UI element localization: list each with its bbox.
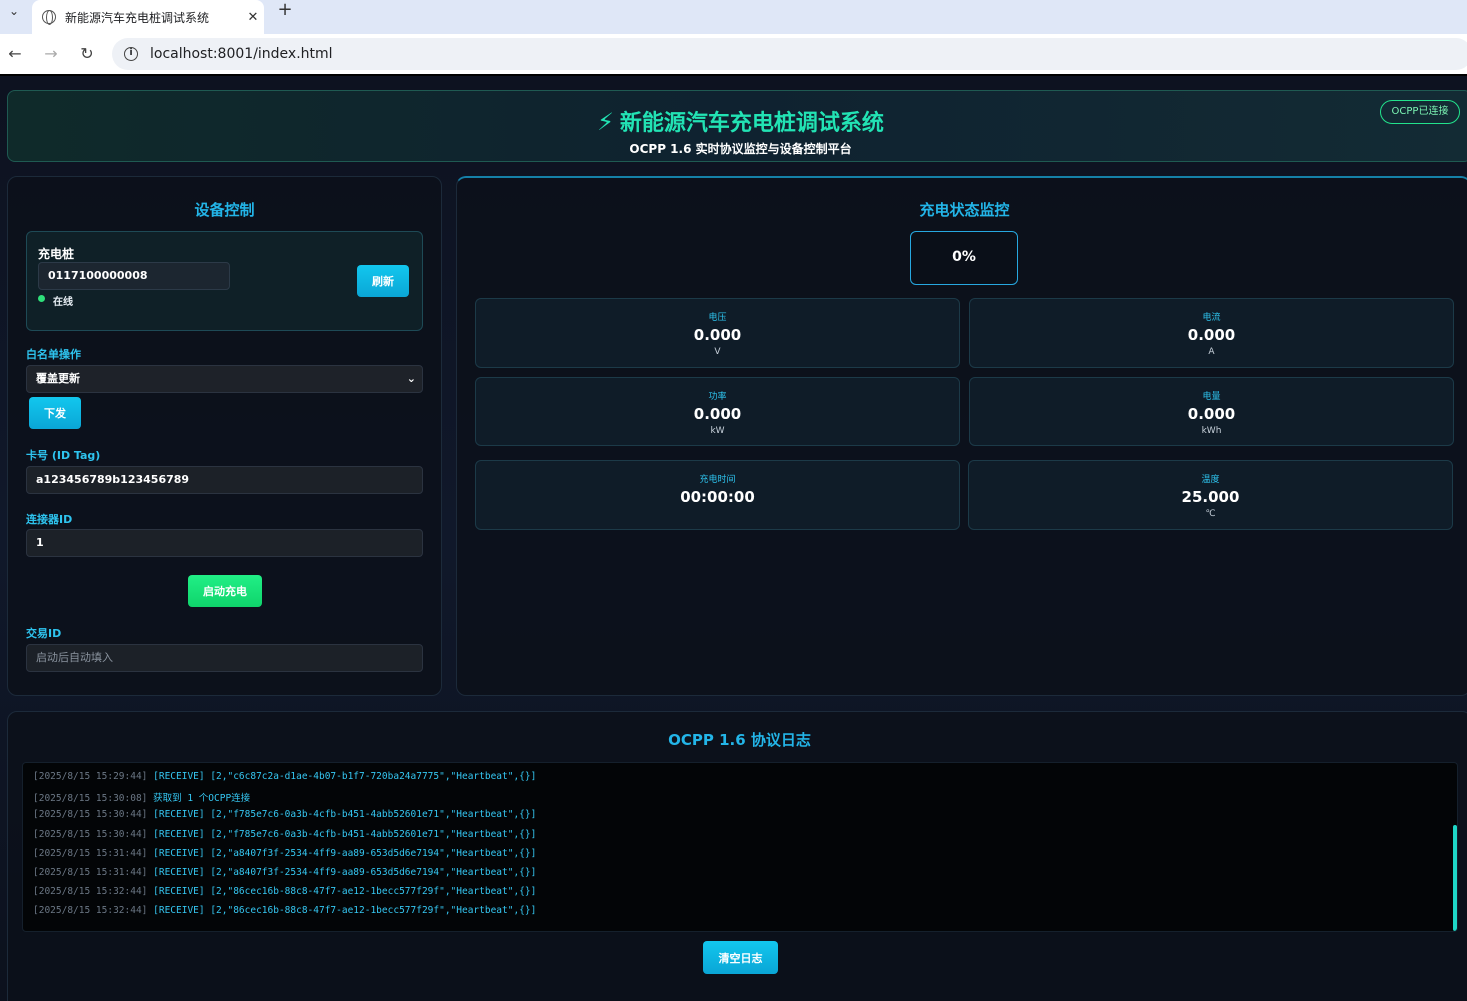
- refresh-button[interactable]: 刷新: [357, 265, 409, 297]
- log-message: [RECEIVE] [2,"c6c87c2a-d1ae-4b07-b1f7-72…: [153, 771, 537, 782]
- metric-label: 充电时间: [699, 475, 736, 485]
- whitelist-selected-value: 覆盖更新: [36, 372, 80, 385]
- log-output[interactable]: [2025/8/15 15:29:44] [RECEIVE] [2,"c6c87…: [22, 762, 1458, 932]
- lightning-icon: ⚡: [597, 108, 614, 136]
- log-time: [2025/8/15 15:31:44]: [33, 848, 148, 859]
- metric-label: 电压: [708, 313, 727, 323]
- id-tag-label: 卡号 (ID Tag): [26, 449, 101, 462]
- connection-status-badge: OCPP已连接: [1380, 100, 1460, 124]
- log-time: [2025/8/15 15:30:44]: [33, 829, 148, 840]
- metric-value: 0.000: [1187, 326, 1236, 344]
- pile-label: 充电桩: [38, 247, 75, 261]
- log-line: [2025/8/15 15:31:44] [RECEIVE] [2,"a8407…: [33, 848, 536, 859]
- log-time: [2025/8/15 15:30:08]: [33, 793, 148, 804]
- ocpp-log-panel: OCPP 1.6 协议日志 [2025/8/15 15:29:44] [RECE…: [7, 711, 1467, 1001]
- reload-icon[interactable]: ↻: [75, 42, 99, 66]
- log-time: [2025/8/15 15:30:44]: [33, 809, 148, 820]
- metric-value: 0.000: [693, 326, 742, 344]
- whitelist-select[interactable]: 覆盖更新 ⌄: [26, 365, 423, 393]
- back-icon[interactable]: ←: [3, 42, 27, 66]
- log-line: [2025/8/15 15:29:44] [RECEIVE] [2,"c6c87…: [33, 771, 536, 782]
- chevron-down-icon: ⌄: [406, 372, 416, 385]
- connector-id-label: 连接器ID: [26, 513, 73, 526]
- metric-value: 0.000: [693, 405, 742, 423]
- metric-value: 00:00:00: [680, 488, 755, 506]
- device-control-panel: 设备控制 充电桩 0117100000008 刷新 在线 白名单操作 覆盖更新 …: [7, 176, 442, 696]
- log-line: [2025/8/15 15:32:44] [RECEIVE] [2,"86cec…: [33, 905, 536, 916]
- metric-label: 温度: [1201, 475, 1220, 485]
- connector-id-input[interactable]: 1: [26, 529, 423, 557]
- id-tag-input[interactable]: a123456789b123456789: [26, 466, 423, 494]
- metric-unit: V: [714, 347, 721, 357]
- metric-unit: kWh: [1201, 426, 1222, 436]
- browser-tabbar: ⌄ 新能源汽车充电桩调试系统 ✕ +: [0, 0, 1467, 34]
- log-message: [RECEIVE] [2,"a8407f3f-2534-4ff9-aa89-65…: [153, 848, 537, 859]
- pile-box: 充电桩 0117100000008 刷新 在线: [26, 231, 423, 331]
- metric-voltage: 电压 0.000 V: [475, 298, 960, 368]
- log-line: [2025/8/15 15:30:08] 获取到 1 个OCPP连接: [33, 790, 250, 804]
- metric-unit: ℃: [1205, 509, 1216, 519]
- log-line: [2025/8/15 15:31:44] [RECEIVE] [2,"a8407…: [33, 867, 536, 878]
- metric-value: 0.000: [1187, 405, 1236, 423]
- page: ⚡ 新能源汽车充电桩调试系统 OCPP 1.6 实时协议监控与设备控制平台 OCP…: [0, 76, 1467, 1001]
- url-text: localhost:8001/index.html: [150, 46, 333, 62]
- browser-tab[interactable]: 新能源汽车充电桩调试系统 ✕: [32, 0, 264, 34]
- send-whitelist-button[interactable]: 下发: [29, 397, 81, 429]
- metric-unit: A: [1208, 347, 1215, 357]
- metric-label: 电流: [1202, 313, 1221, 323]
- whitelist-label: 白名单操作: [26, 348, 81, 361]
- forward-icon[interactable]: →: [39, 42, 63, 66]
- metric-unit: kW: [710, 426, 725, 436]
- online-status-text: 在线: [53, 297, 73, 308]
- log-scrollbar[interactable]: [1453, 825, 1457, 931]
- info-icon[interactable]: i: [124, 47, 138, 61]
- metric-temperature: 温度 25.000 ℃: [968, 460, 1453, 530]
- log-message: [RECEIVE] [2,"f785e7c6-0a3b-4cfb-b451-4a…: [153, 809, 537, 820]
- ocpp-log-title: OCPP 1.6 协议日志: [668, 731, 811, 749]
- close-icon[interactable]: ✕: [242, 10, 264, 25]
- log-line: [2025/8/15 15:30:44] [RECEIVE] [2,"f785e…: [33, 829, 536, 840]
- log-message: 获取到 1 个OCPP连接: [153, 793, 251, 804]
- metric-charging-time: 充电时间 00:00:00: [475, 460, 960, 530]
- transaction-id-input[interactable]: 启动后自动填入: [26, 644, 423, 672]
- tab-search-icon[interactable]: ⌄: [2, 0, 26, 22]
- log-time: [2025/8/15 15:32:44]: [33, 886, 148, 897]
- online-status-dot: [38, 295, 45, 302]
- log-time: [2025/8/15 15:31:44]: [33, 867, 148, 878]
- page-title: ⚡ 新能源汽车充电桩调试系统: [597, 108, 884, 136]
- metric-power: 功率 0.000 kW: [475, 377, 960, 446]
- header: ⚡ 新能源汽车充电桩调试系统 OCPP 1.6 实时协议监控与设备控制平台 OCP…: [7, 90, 1467, 162]
- log-line: [2025/8/15 15:32:44] [RECEIVE] [2,"86cec…: [33, 886, 536, 897]
- tab-title: 新能源汽车充电桩调试系统: [65, 10, 210, 25]
- log-message: [RECEIVE] [2,"a8407f3f-2534-4ff9-aa89-65…: [153, 867, 537, 878]
- log-message: [RECEIVE] [2,"86cec16b-88c8-47f7-ae12-1b…: [153, 905, 537, 916]
- log-message: [RECEIVE] [2,"86cec16b-88c8-47f7-ae12-1b…: [153, 886, 537, 897]
- charging-monitor-panel: 充电状态监控 0% 电压 0.000 V 电流 0.000 A 功率 0.000…: [456, 176, 1467, 696]
- pile-id-input[interactable]: 0117100000008: [38, 262, 230, 290]
- charging-progress: 0%: [910, 231, 1018, 285]
- clear-log-button[interactable]: 清空日志: [703, 941, 778, 974]
- device-control-title: 设备控制: [194, 201, 255, 219]
- new-tab-icon[interactable]: +: [274, 0, 296, 22]
- log-line: [2025/8/15 15:30:44] [RECEIVE] [2,"f785e…: [33, 809, 536, 820]
- url-bar[interactable]: i localhost:8001/index.html: [112, 38, 1467, 70]
- metric-value: 25.000: [1181, 488, 1240, 506]
- log-time: [2025/8/15 15:29:44]: [33, 771, 148, 782]
- metric-label: 功率: [708, 392, 727, 402]
- metric-current: 电流 0.000 A: [969, 298, 1454, 368]
- charging-monitor-title: 充电状态监控: [919, 201, 1010, 219]
- page-subtitle: OCPP 1.6 实时协议监控与设备控制平台: [629, 142, 852, 156]
- log-time: [2025/8/15 15:32:44]: [33, 905, 148, 916]
- metric-energy: 电量 0.000 kWh: [969, 377, 1454, 446]
- transaction-id-label: 交易ID: [26, 627, 62, 640]
- browser-address-bar: ← → ↻ i localhost:8001/index.html: [0, 34, 1467, 74]
- start-charging-button[interactable]: 启动充电: [188, 575, 262, 607]
- globe-icon: [42, 10, 56, 25]
- metric-label: 电量: [1202, 392, 1221, 402]
- log-message: [RECEIVE] [2,"f785e7c6-0a3b-4cfb-b451-4a…: [153, 829, 537, 840]
